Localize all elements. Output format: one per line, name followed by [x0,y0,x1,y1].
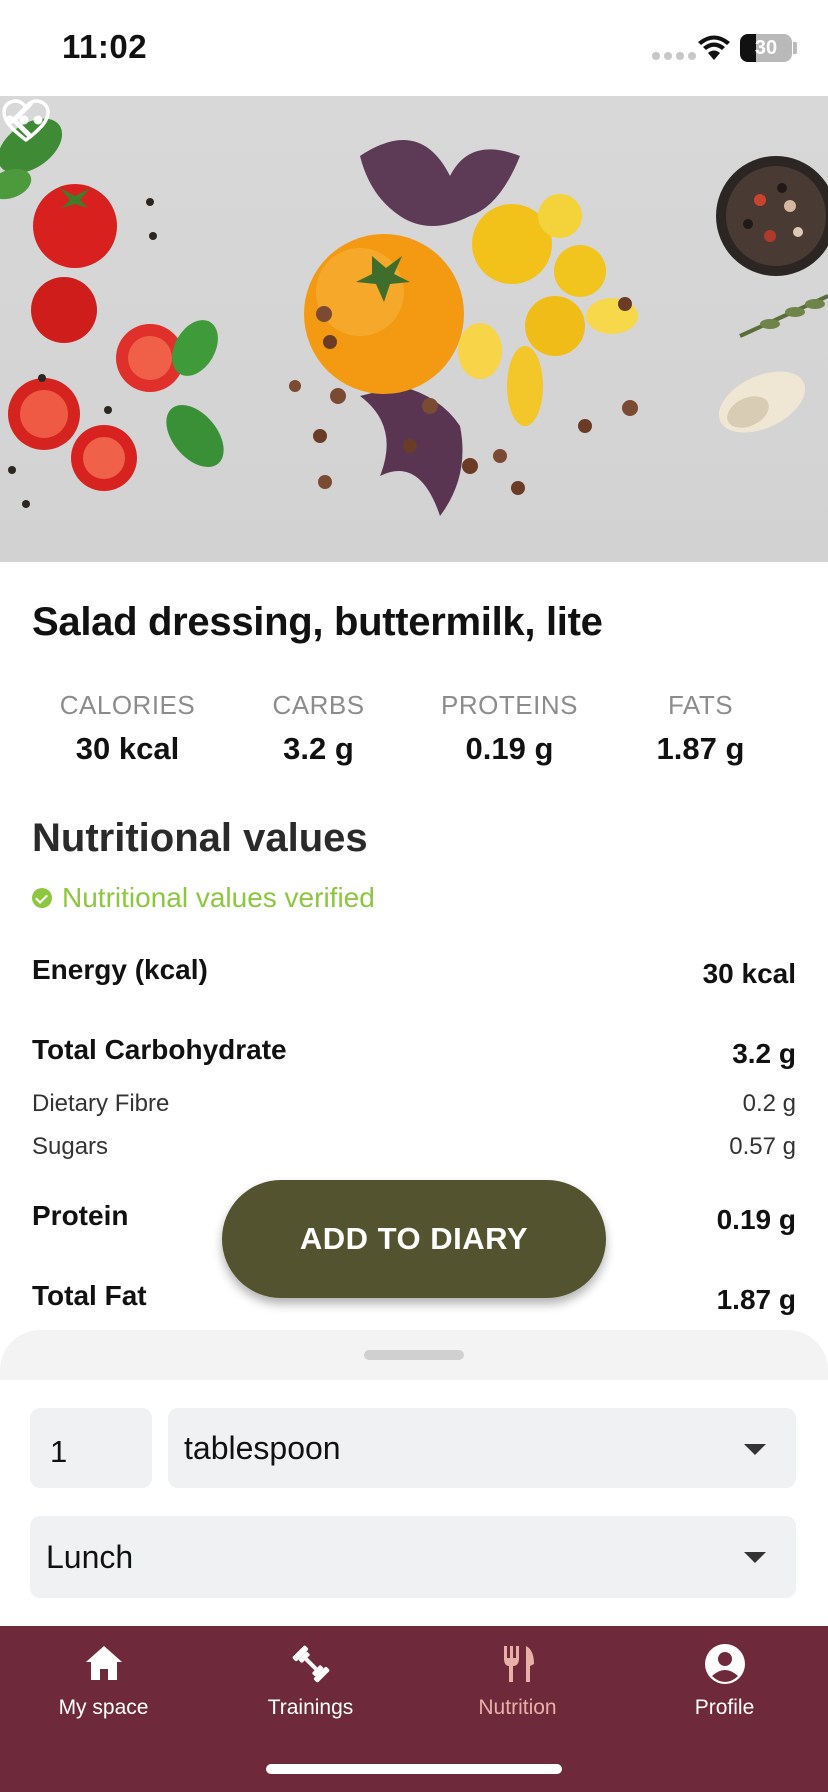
tab-label: Nutrition [478,1696,557,1719]
nutrition-row-fibre: Dietary Fibre 0.2 g [32,1090,796,1118]
chevron-down-icon [744,1552,766,1563]
nutrition-row-carbohydrate: Total Carbohydrate 3.2 g [32,1034,796,1070]
macro-carbs: CARBS 3.2 g [223,690,414,767]
quantity-input[interactable]: 1 [30,1408,152,1488]
nutrition-label: Sugars [32,1133,109,1160]
battery-cap [793,42,797,54]
macro-value: 3.2 g [283,731,354,766]
status-bar: 11:02 30 [0,0,828,96]
unit-select-value: tablespoon [184,1429,341,1466]
macro-label: CARBS [272,690,365,720]
add-to-diary-button[interactable]: ADD TO DIARY [222,1180,606,1298]
macro-label: CALORIES [59,690,196,720]
nutrition-row-sugars: Sugars 0.57 g [32,1133,796,1161]
sheet-drag-handle[interactable] [364,1350,464,1360]
verified-text: Nutritional values verified [62,882,375,913]
portion-sheet: 1 tablespoon Lunch [0,1330,828,1626]
tab-label: Profile [694,1696,755,1719]
dumbbell-icon [292,1645,329,1683]
battery-icon: 30 [740,34,792,62]
battery-level: 30 [754,37,778,59]
signal-icon [652,52,696,60]
tab-trainings[interactable]: Trainings [207,1642,414,1720]
tab-profile[interactable]: Profile [621,1642,828,1720]
food-hero-image [0,96,828,562]
wifi-icon [698,35,730,60]
macros-summary: CALORIES 30 kcal CARBS 3.2 g PROTEINS 0.… [32,690,796,767]
macro-value: 30 kcal [75,731,180,766]
verified-badge: Nutritional values verified [32,882,375,914]
more-icon[interactable] [0,96,48,144]
nutrition-label: Total Carbohydrate [32,1034,287,1065]
nutrition-label: Energy (kcal) [32,954,208,985]
chevron-down-icon [744,1444,766,1455]
nutrition-value: 3.2 g [732,1038,796,1069]
verified-check-icon [32,888,52,908]
macro-label: PROTEINS [441,690,578,720]
macro-value: 1.87 g [656,731,745,766]
tab-nutrition[interactable]: Nutrition [414,1642,621,1720]
home-indicator [266,1764,562,1774]
nutrition-label: Protein [32,1200,129,1231]
macro-value: 0.19 g [465,731,554,766]
tab-label: My space [58,1696,149,1719]
fork-knife-icon [503,1646,534,1682]
person-icon [704,1644,745,1684]
tab-my-space[interactable]: My space [0,1642,207,1720]
unit-select[interactable]: tablespoon [168,1408,796,1488]
macro-fats: FATS 1.87 g [605,690,796,767]
nutrition-value: 0.19 g [716,1204,796,1235]
macro-calories: CALORIES 30 kcal [32,690,223,767]
nutrition-label: Total Fat [32,1280,147,1311]
nutrition-value: 0.57 g [729,1133,796,1160]
nutrition-row-energy: Energy (kcal) 30 kcal [32,954,796,990]
meal-select[interactable]: Lunch [30,1516,796,1598]
macro-label: FATS [667,690,734,720]
tab-label: Trainings [267,1696,354,1719]
home-icon [85,1646,122,1680]
nutrition-section-title: Nutritional values [32,816,368,860]
nutrition-value: 30 kcal [702,958,796,989]
macro-proteins: PROTEINS 0.19 g [414,690,605,767]
nutrition-value: 0.2 g [742,1090,796,1117]
nutrition-value: 1.87 g [716,1284,796,1315]
status-time: 11:02 [62,28,148,65]
meal-select-value: Lunch [46,1538,134,1575]
food-ingredients-photo [0,118,828,516]
food-title: Salad dressing, buttermilk, lite [32,600,603,644]
nutrition-label: Dietary Fibre [32,1090,170,1117]
